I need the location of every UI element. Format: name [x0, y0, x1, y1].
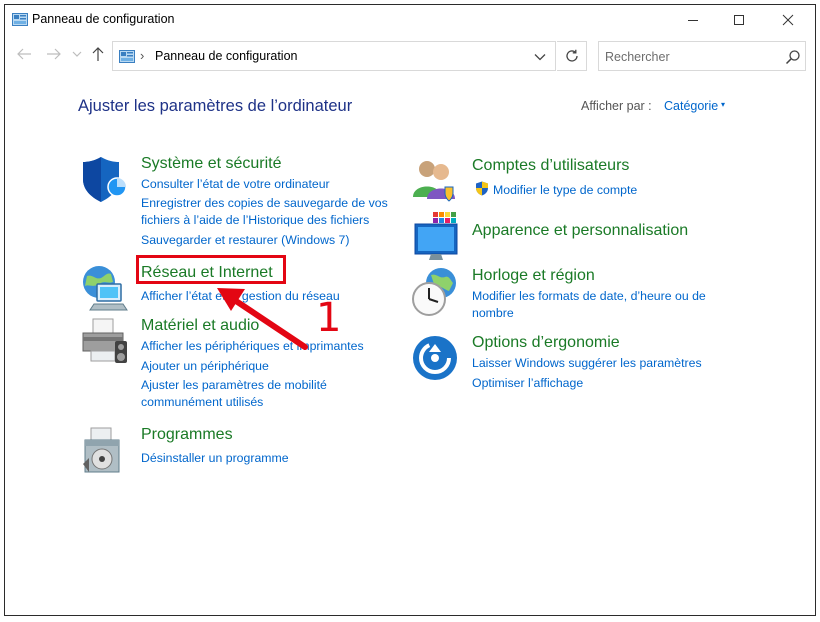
category-title[interactable]: Programmes	[141, 426, 233, 444]
arrow-left-icon	[17, 48, 31, 60]
view-by-dropdown[interactable]: Catégorie	[664, 99, 718, 113]
chevron-down-icon	[534, 54, 546, 61]
printer-icon[interactable]	[79, 317, 129, 367]
refresh-button[interactable]	[557, 41, 587, 71]
refresh-icon	[565, 49, 578, 62]
navigation-bar: › Panneau de configuration	[5, 37, 815, 73]
link-network-status[interactable]: Afficher l’état et la gestion du réseau	[141, 288, 340, 305]
ease-of-access-icon[interactable]	[411, 334, 461, 384]
forward-button[interactable]	[45, 45, 63, 63]
search-box[interactable]	[598, 41, 806, 71]
minimize-button[interactable]	[670, 5, 716, 35]
recent-locations-button[interactable]	[71, 45, 83, 63]
arrow-right-icon	[47, 48, 61, 60]
arrow-up-icon	[92, 47, 104, 61]
breadcrumb-separator[interactable]: ›	[140, 48, 144, 63]
appearance-icon[interactable]	[411, 212, 461, 262]
minimize-icon	[688, 20, 698, 21]
view-by-label: Afficher par :	[581, 99, 652, 113]
link-uninstall-program[interactable]: Désinstaller un programme	[141, 450, 289, 467]
link-check-status[interactable]: Consulter l’état de votre ordinateur	[141, 176, 330, 193]
link-mobility-settings-cont[interactable]: communément utilisés	[141, 394, 263, 411]
page-title: Ajuster les paramètres de l’ordinateur	[78, 97, 353, 115]
shield-icon[interactable]	[79, 155, 129, 205]
control-panel-icon	[119, 50, 135, 63]
maximize-button[interactable]	[716, 5, 762, 35]
close-button[interactable]	[765, 5, 811, 35]
chevron-down-icon	[72, 51, 82, 57]
category-title[interactable]: Apparence et personnalisation	[472, 222, 688, 240]
category-title[interactable]: Horloge et région	[472, 267, 595, 285]
category-title[interactable]: Matériel et audio	[141, 317, 259, 335]
back-button[interactable]	[15, 45, 33, 63]
link-backup-restore[interactable]: Sauvegarder et restaurer (Windows 7)	[141, 232, 349, 249]
uac-shield-icon	[475, 181, 489, 196]
title-bar: Panneau de configuration	[5, 5, 815, 35]
link-date-time-formats[interactable]: Modifier les formats de date, d’heure ou…	[472, 288, 706, 305]
link-add-device[interactable]: Ajouter un périphérique	[141, 358, 269, 375]
address-dropdown-button[interactable]	[533, 51, 547, 63]
link-file-history-cont[interactable]: fichiers à l’aide de l’Historique des fi…	[141, 212, 369, 229]
control-panel-window: Panneau de configuration › Panneau de co…	[4, 4, 816, 616]
category-title[interactable]: Options d’ergonomie	[472, 334, 620, 352]
maximize-icon	[734, 15, 744, 25]
close-icon	[782, 14, 794, 26]
control-panel-icon	[12, 13, 28, 26]
programs-icon[interactable]	[79, 426, 129, 476]
clock-icon[interactable]	[411, 267, 461, 317]
window-title: Panneau de configuration	[32, 12, 175, 26]
step-number: 1	[316, 295, 342, 341]
search-input[interactable]	[605, 48, 775, 66]
highlight-box	[136, 255, 286, 284]
link-date-time-formats-cont[interactable]: nombre	[472, 305, 514, 322]
caret-down-icon[interactable]: ▾	[721, 100, 725, 109]
users-icon[interactable]	[411, 157, 461, 207]
link-windows-suggest-settings[interactable]: Laisser Windows suggérer les paramètres	[472, 355, 702, 372]
up-button[interactable]	[89, 45, 107, 63]
link-file-history[interactable]: Enregistrer des copies de sauvegarde de …	[141, 195, 388, 212]
link-optimize-display[interactable]: Optimiser l’affichage	[472, 375, 583, 392]
breadcrumb-control-panel[interactable]: Panneau de configuration	[155, 49, 297, 63]
address-bar[interactable]: › Panneau de configuration	[112, 41, 556, 71]
search-icon[interactable]	[785, 49, 801, 65]
category-title[interactable]: Système et sécurité	[141, 155, 282, 173]
link-change-account-type[interactable]: Modifier le type de compte	[493, 182, 637, 199]
network-icon[interactable]	[79, 264, 129, 314]
category-title[interactable]: Comptes d’utilisateurs	[472, 157, 629, 175]
link-mobility-settings[interactable]: Ajuster les paramètres de mobilité	[141, 377, 327, 394]
